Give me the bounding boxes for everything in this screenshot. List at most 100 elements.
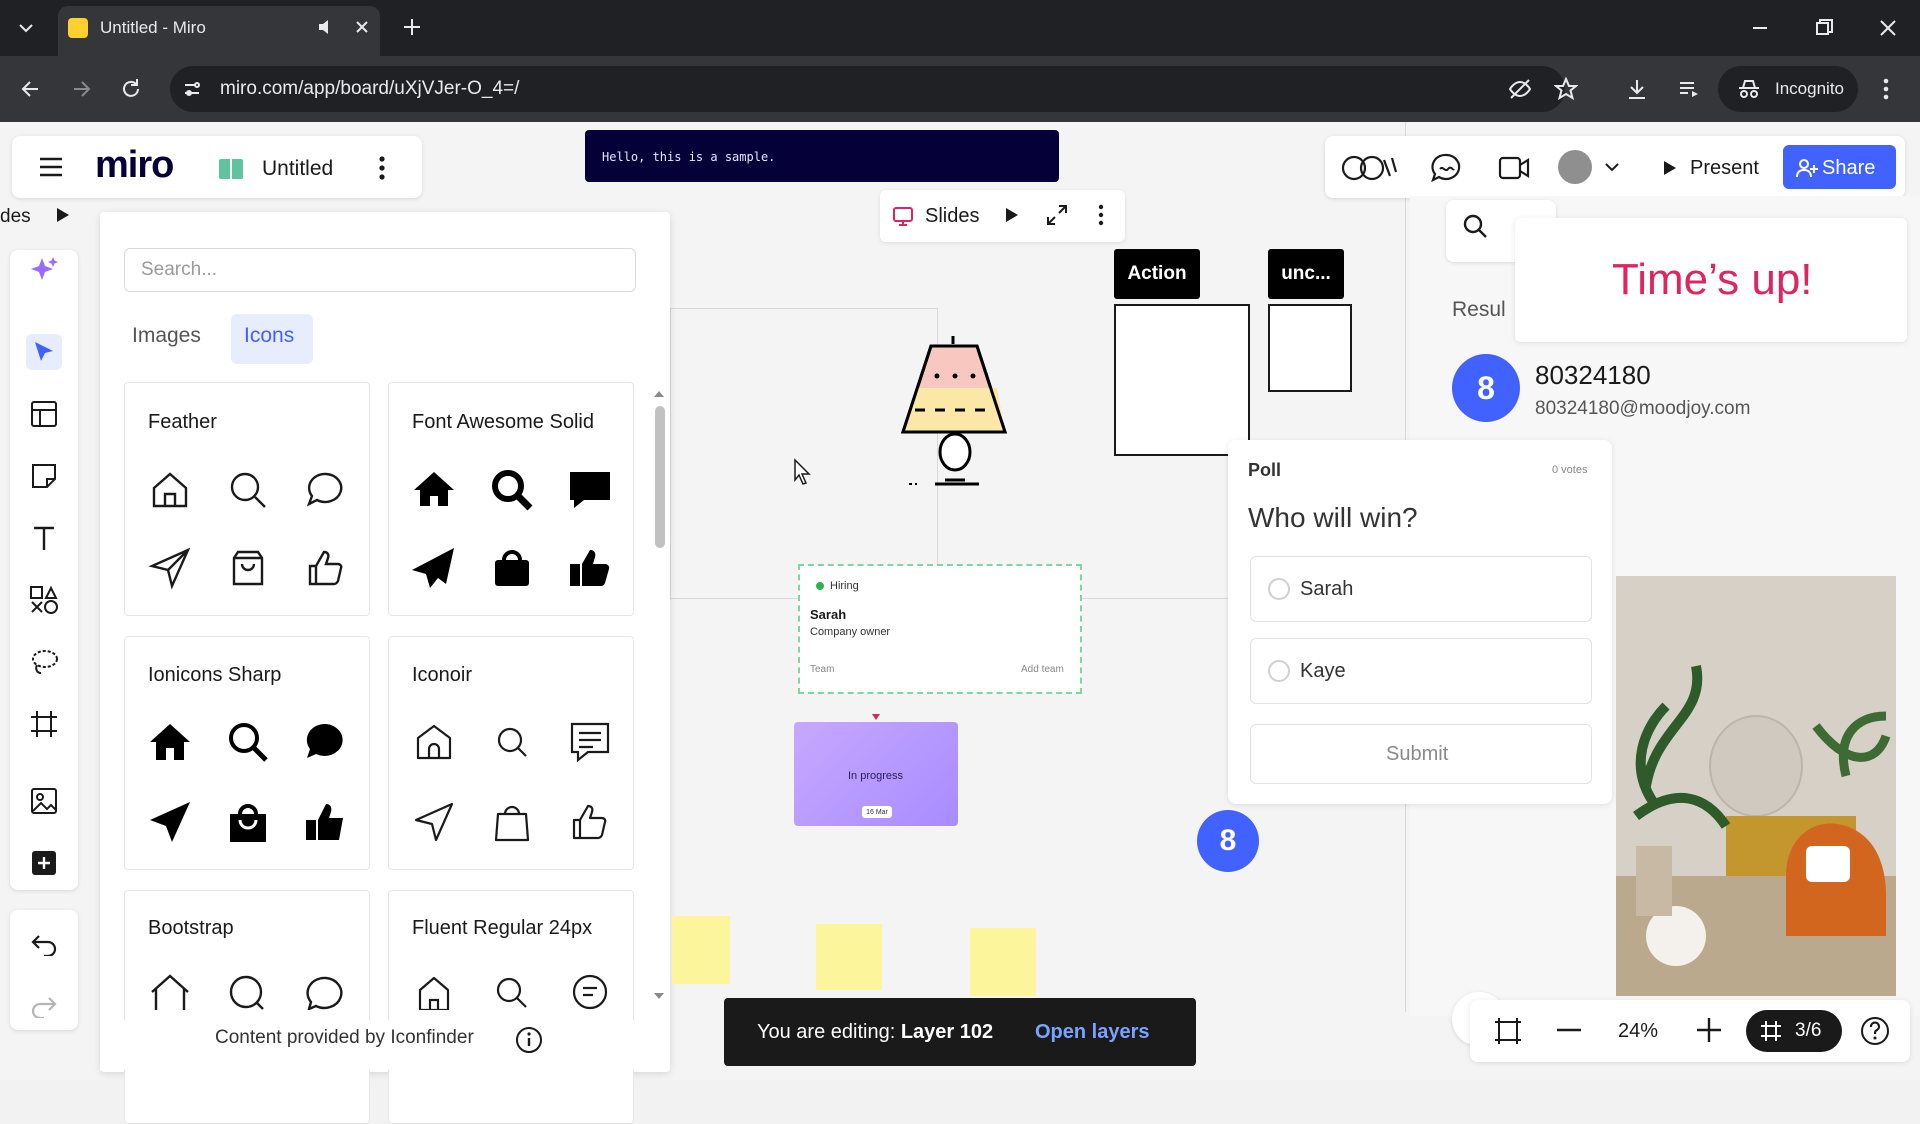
- action-frame[interactable]: [1114, 304, 1250, 456]
- search-icon[interactable]: [224, 466, 272, 514]
- back-icon[interactable]: [18, 76, 44, 102]
- undo-icon[interactable]: [26, 926, 62, 962]
- help-icon[interactable]: [1860, 1016, 1890, 1046]
- unc-tag[interactable]: unc...: [1268, 249, 1344, 299]
- scroll-down-icon[interactable]: [653, 992, 665, 1000]
- thumbs-up-icon[interactable]: [302, 798, 350, 846]
- sticky-note[interactable]: [816, 924, 882, 990]
- tab-search-icon[interactable]: [14, 16, 38, 40]
- shapes-icon[interactable]: [26, 582, 62, 618]
- sticky-note-icon[interactable]: [26, 458, 62, 494]
- send-icon[interactable]: [410, 798, 458, 846]
- action-tag[interactable]: Action: [1114, 249, 1200, 299]
- board-title[interactable]: Untitled: [262, 157, 333, 181]
- board-options-icon[interactable]: [376, 154, 388, 182]
- play-slides-icon[interactable]: [1004, 206, 1020, 224]
- shopping-bag-icon[interactable]: [224, 798, 272, 846]
- search-icon[interactable]: [1462, 213, 1488, 239]
- thumbs-up-icon[interactable]: [566, 544, 614, 592]
- zoom-level[interactable]: 24%: [1618, 1020, 1658, 1043]
- home-icon[interactable]: [146, 970, 194, 1018]
- lasso-icon[interactable]: [26, 644, 62, 680]
- forward-icon[interactable]: [68, 76, 94, 102]
- message-text-icon[interactable]: [566, 718, 614, 766]
- chevron-down-icon[interactable]: [1604, 160, 1620, 174]
- speaker-icon[interactable]: [316, 17, 336, 37]
- minimize-icon[interactable]: [1748, 16, 1772, 40]
- video-call-icon[interactable]: [1498, 155, 1530, 181]
- chat-bubble-icon[interactable]: [302, 970, 350, 1018]
- send-icon[interactable]: [146, 798, 194, 846]
- home-icon[interactable]: [410, 970, 458, 1018]
- open-layers-link[interactable]: Open layers: [1035, 1021, 1150, 1044]
- eye-off-icon[interactable]: [1508, 78, 1532, 100]
- thumbs-up-icon[interactable]: [566, 798, 614, 846]
- home-icon[interactable]: [410, 718, 458, 766]
- home-icon[interactable]: [146, 718, 194, 766]
- zoom-out-icon[interactable]: [1556, 1028, 1582, 1032]
- unc-frame[interactable]: [1268, 304, 1352, 392]
- new-tab-icon[interactable]: [400, 15, 424, 39]
- send-icon[interactable]: [410, 544, 458, 592]
- main-menu-icon[interactable]: [38, 155, 64, 179]
- add-team-link[interactable]: Add team: [1021, 664, 1064, 675]
- download-icon[interactable]: [1625, 77, 1649, 101]
- add-more-icon[interactable]: [26, 845, 62, 881]
- sticky-note[interactable]: [672, 916, 730, 984]
- comments-icon[interactable]: [1430, 152, 1464, 184]
- poll-radio[interactable]: [1268, 578, 1290, 600]
- browser-menu-icon[interactable]: [1880, 76, 1892, 102]
- restore-icon[interactable]: [1812, 16, 1836, 40]
- close-tab-icon[interactable]: [352, 17, 372, 37]
- lamp-illustration[interactable]: [895, 336, 1019, 490]
- tab-icons[interactable]: Icons: [244, 324, 294, 348]
- slides-label[interactable]: Slides: [925, 205, 979, 228]
- search-icon[interactable]: [488, 970, 536, 1018]
- reload-icon[interactable]: [118, 76, 144, 102]
- search-icon[interactable]: [224, 718, 272, 766]
- user-avatar[interactable]: [1558, 150, 1592, 184]
- frame-icon[interactable]: [26, 706, 62, 742]
- chat-bubble-icon[interactable]: [302, 718, 350, 766]
- fit-to-screen-icon[interactable]: [1494, 1017, 1522, 1045]
- select-tool-icon[interactable]: [26, 334, 62, 370]
- text-tool-icon[interactable]: [26, 520, 62, 556]
- chat-bubble-icon[interactable]: [302, 466, 350, 514]
- tab-images[interactable]: Images: [132, 324, 201, 348]
- reactions-icon[interactable]: [1340, 150, 1402, 184]
- close-window-icon[interactable]: [1876, 16, 1900, 40]
- zoom-in-icon[interactable]: [1696, 1017, 1722, 1043]
- poll-radio[interactable]: [1268, 660, 1290, 682]
- search-icon[interactable]: [488, 718, 536, 766]
- expand-icon[interactable]: [1046, 204, 1068, 226]
- redo-icon[interactable]: [26, 988, 62, 1024]
- shopping-bag-icon[interactable]: [488, 544, 536, 592]
- image-upload-icon[interactable]: [26, 783, 62, 819]
- shopping-bag-icon[interactable]: [224, 544, 272, 592]
- bookmark-star-icon[interactable]: [1554, 77, 1578, 101]
- ai-sparkle-icon[interactable]: [26, 252, 62, 288]
- icon-search-input[interactable]: [124, 248, 636, 292]
- search-icon[interactable]: [224, 970, 272, 1018]
- thumbs-up-icon[interactable]: [302, 544, 350, 592]
- slides-more-icon[interactable]: [1096, 203, 1106, 227]
- info-icon[interactable]: [515, 1026, 543, 1054]
- miro-logo[interactable]: miro: [95, 144, 174, 187]
- living-room-photo[interactable]: [1616, 576, 1896, 996]
- panel-scrollbar-thumb[interactable]: [655, 406, 665, 548]
- scroll-up-icon[interactable]: [653, 390, 665, 398]
- shopping-bag-icon[interactable]: [488, 798, 536, 846]
- search-icon[interactable]: [488, 466, 536, 514]
- url-text[interactable]: miro.com/app/board/uXjVJer-O_4=/: [220, 78, 519, 100]
- home-icon[interactable]: [410, 466, 458, 514]
- home-icon[interactable]: [146, 466, 194, 514]
- left-play-icon[interactable]: [55, 206, 71, 224]
- sticky-note[interactable]: [970, 928, 1036, 996]
- media-queue-icon[interactable]: [1677, 77, 1701, 101]
- collaborator-avatar[interactable]: 8: [1197, 810, 1259, 872]
- templates-icon[interactable]: [26, 396, 62, 432]
- send-icon[interactable]: [146, 544, 194, 592]
- chat-bubble-icon[interactable]: [566, 466, 614, 514]
- chat-lines-icon[interactable]: [566, 970, 614, 1018]
- site-settings-icon[interactable]: [182, 79, 202, 99]
